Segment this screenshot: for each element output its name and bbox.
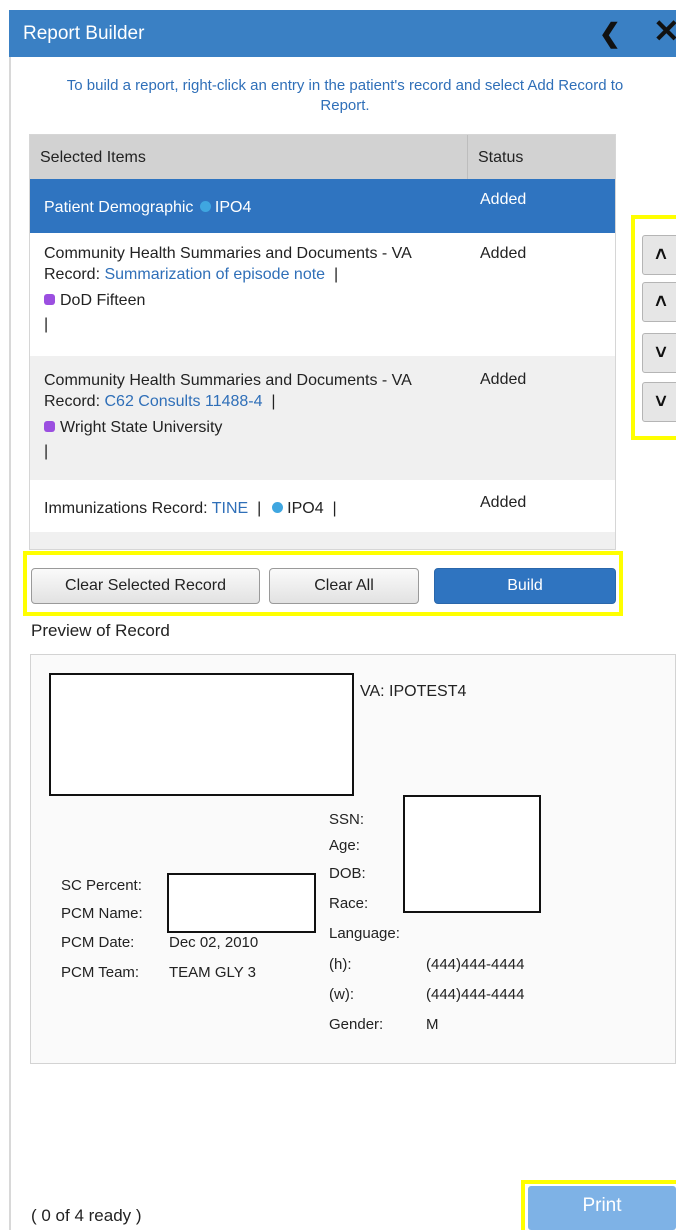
- selected-items-table: Selected Items Status Patient Demographi…: [29, 134, 616, 550]
- reorder-controls: ˄ ˄ ˅ ˅: [631, 215, 676, 440]
- work-phone-label: (w):: [329, 986, 354, 1003]
- clear-selected-record-button[interactable]: Clear Selected Record: [31, 568, 260, 604]
- facility-name: Wright State University: [60, 419, 223, 436]
- row-item: Community Health Summaries and Documents…: [44, 370, 464, 462]
- separator: |: [44, 316, 49, 333]
- instructions-text: To build a report, right-click an entry …: [66, 77, 624, 114]
- row-status: Added: [480, 371, 527, 388]
- record-link[interactable]: TINE: [212, 500, 248, 517]
- table-header: Selected Items Status: [30, 135, 615, 179]
- double-chevron-up-icon[interactable]: ˄: [642, 235, 676, 275]
- facility-hexagon-icon: [44, 294, 55, 305]
- record-preview: VA: IPOTEST4 SSN: Age: DOB: Race: Langua…: [30, 654, 676, 1064]
- race-label: Race:: [329, 895, 369, 912]
- row-status: Added: [480, 191, 527, 208]
- row-text: Patient Demographic: [44, 199, 194, 216]
- row-item: Immunizations Record: TINE | IPO4 |: [44, 498, 474, 519]
- record-label: Record:: [44, 393, 101, 410]
- separator: |: [257, 500, 262, 517]
- language-label: Language:: [329, 925, 400, 942]
- table-row[interactable]: Community Health Summaries and Documents…: [30, 233, 615, 356]
- panel-header: Report Builder ❮ ✕: [9, 10, 676, 57]
- separator: |: [332, 500, 337, 517]
- facility-name: IPO4: [214, 199, 252, 216]
- row-status: Added: [480, 494, 527, 511]
- redacted-block: [49, 673, 354, 796]
- table-row[interactable]: Patient Demographic IPO4 Added: [30, 179, 615, 233]
- table-row[interactable]: Immunizations Record: TINE | IPO4 | Adde…: [30, 480, 615, 532]
- pcm-team-label: PCM Team:: [61, 964, 140, 981]
- separator: |: [271, 393, 276, 410]
- separator: |: [333, 266, 339, 283]
- record-label: Record:: [44, 266, 101, 283]
- pcm-date-label: PCM Date:: [61, 934, 135, 951]
- double-chevron-down-icon[interactable]: ˅: [642, 382, 676, 422]
- panel-title: Report Builder: [23, 23, 145, 44]
- work-phone-value: (444)444-4444: [426, 986, 525, 1003]
- gender-label: Gender:: [329, 1016, 384, 1033]
- facility-dot-icon: [199, 201, 211, 212]
- facility-dot-icon: [272, 502, 284, 513]
- build-button[interactable]: Build: [434, 568, 616, 604]
- separator: |: [44, 443, 49, 460]
- ready-status: ( 0 of 4 ready ): [31, 1206, 142, 1225]
- facility-name: IPO4: [287, 500, 324, 517]
- va-identifier: VA: IPOTEST4: [360, 683, 467, 700]
- record-link[interactable]: Summarization of episode note: [104, 266, 325, 283]
- age-label: Age:: [329, 837, 360, 854]
- collapse-icon[interactable]: ❮: [599, 18, 621, 49]
- record-link[interactable]: C62 Consults 11488-4: [104, 393, 262, 410]
- panel-border: [9, 57, 11, 1230]
- table-row[interactable]: Community Health Summaries and Documents…: [30, 356, 615, 480]
- gender-value: M: [426, 1016, 439, 1033]
- row-item: Patient Demographic IPO4: [44, 197, 464, 218]
- sc-percent-label: SC Percent:: [61, 877, 142, 894]
- column-header-status[interactable]: Status: [478, 149, 523, 167]
- row-title: Community Health Summaries and Documents…: [44, 245, 412, 262]
- redacted-block: [403, 795, 541, 913]
- column-divider: [467, 135, 468, 179]
- facility-hexagon-icon: [44, 421, 55, 432]
- pcm-date-value: Dec 02, 2010: [169, 934, 259, 951]
- clear-all-button[interactable]: Clear All: [269, 568, 419, 604]
- home-phone-value: (444)444-4444: [426, 956, 525, 973]
- dob-label: DOB:: [329, 865, 366, 882]
- pcm-team-value: TEAM GLY 3: [169, 964, 256, 981]
- record-label: Immunizations Record:: [44, 500, 208, 517]
- column-header-items[interactable]: Selected Items: [40, 149, 146, 167]
- redacted-block: [167, 873, 316, 933]
- row-status: Added: [480, 245, 527, 262]
- facility-name: DoD Fifteen: [60, 292, 146, 309]
- preview-label: Preview of Record: [31, 621, 170, 640]
- action-button-bar: Clear Selected Record Clear All Build: [23, 551, 623, 616]
- home-phone-label: (h):: [329, 956, 352, 973]
- print-button[interactable]: Print: [528, 1186, 676, 1230]
- chevron-down-icon[interactable]: ˅: [642, 333, 676, 373]
- row-item: Community Health Summaries and Documents…: [44, 243, 464, 335]
- close-icon[interactable]: ✕: [653, 15, 676, 47]
- ssn-label: SSN:: [329, 811, 365, 828]
- pcm-name-label: PCM Name:: [61, 905, 143, 922]
- chevron-up-icon[interactable]: ˄: [642, 282, 676, 322]
- row-title: Community Health Summaries and Documents…: [44, 372, 412, 389]
